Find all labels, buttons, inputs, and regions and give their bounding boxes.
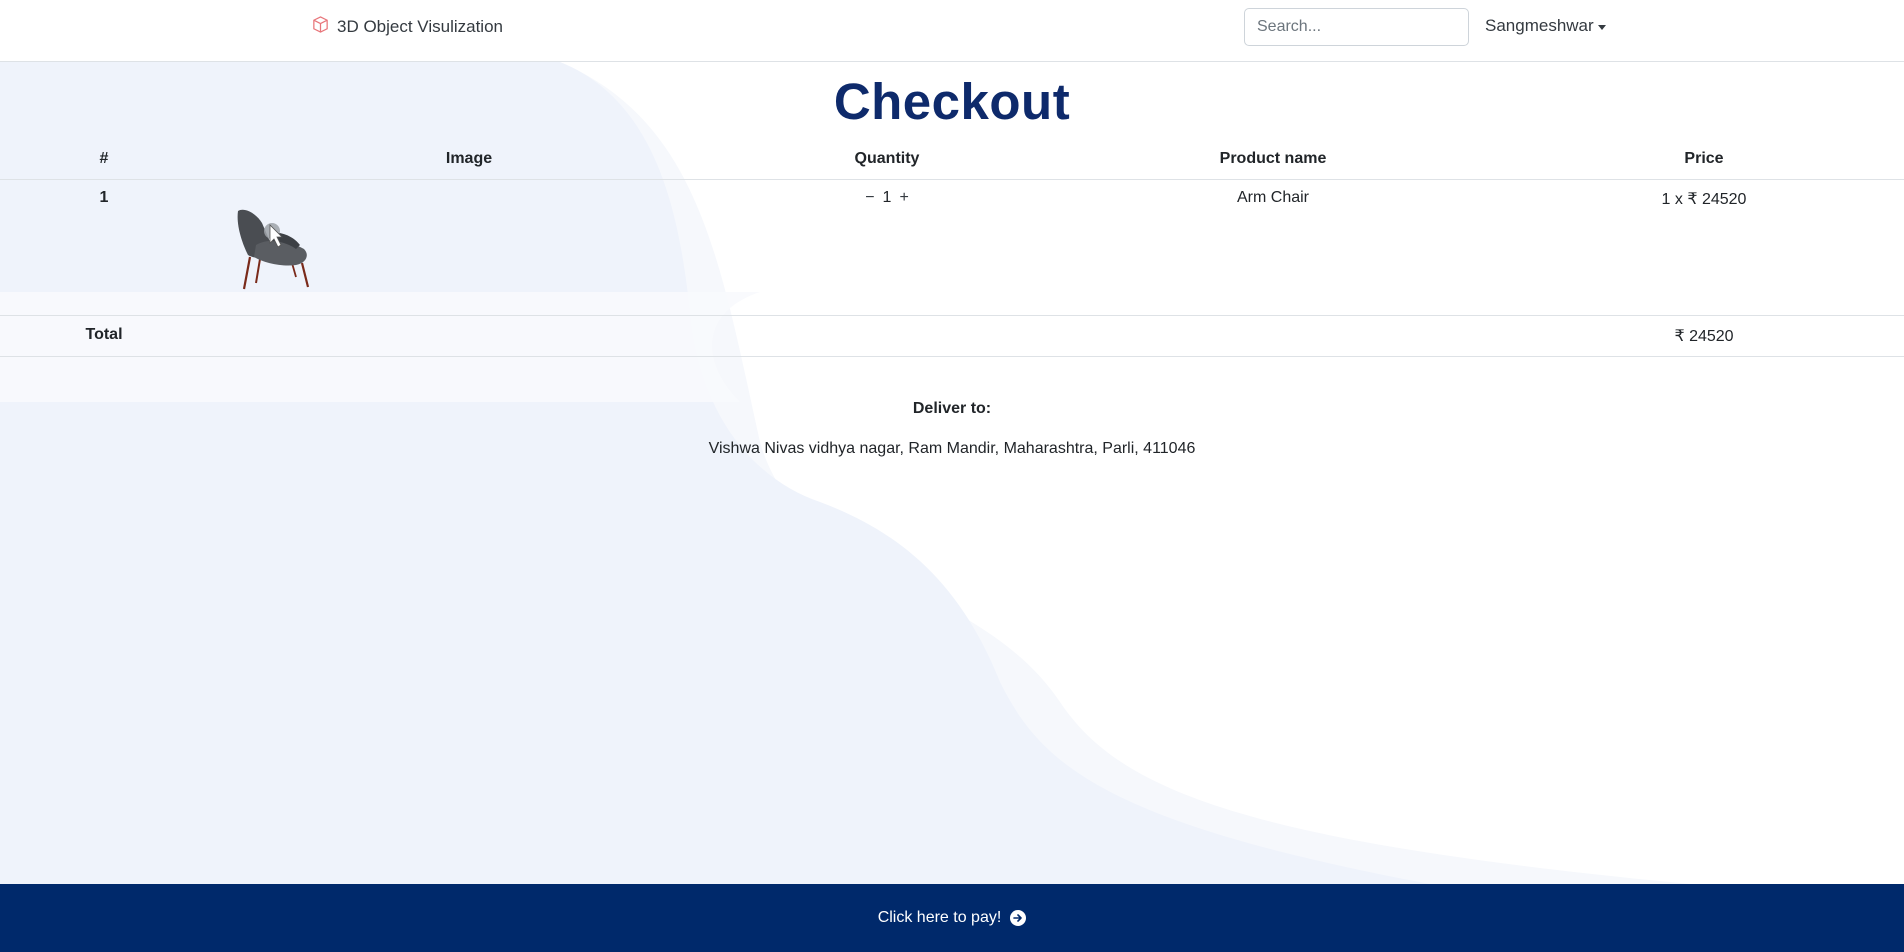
- table-total-row: Total ₹ 24520: [0, 315, 1904, 357]
- user-name: Sangmeshwar: [1485, 16, 1594, 35]
- search-input[interactable]: [1244, 8, 1469, 46]
- brand-link[interactable]: 3D Object Visulization: [311, 16, 503, 38]
- total-label: Total: [85, 326, 123, 343]
- arrow-right-circle-icon: [1010, 910, 1027, 926]
- navbar: 3D Object Visulization Sangmeshwar: [0, 0, 1904, 62]
- brand-title: 3D Object Visulization: [337, 17, 503, 36]
- total-value: ₹ 24520: [1674, 328, 1734, 345]
- table-row: 1 − 1 + Arm Chair 1 x ₹ 24520: [0, 179, 1904, 316]
- quantity-value: 1: [882, 189, 892, 206]
- page-title: Checkout: [833, 73, 1071, 130]
- chevron-down-icon: [1597, 24, 1606, 30]
- pay-button-label: Click here to pay!: [877, 909, 1002, 926]
- table-header: # Image Quantity Product name Price: [0, 142, 1904, 180]
- arm-chair-image: [237, 209, 310, 290]
- row-index: 1: [99, 189, 109, 206]
- quantity-stepper: − 1 +: [865, 189, 909, 207]
- header-price: Price: [1684, 150, 1724, 167]
- pay-button[interactable]: Click here to pay!: [0, 884, 1904, 952]
- delivery-address: Vishwa Nivas vidhya nagar, Ram Mandir, M…: [708, 440, 1196, 457]
- product-price: 1 x ₹ 24520: [1661, 191, 1747, 208]
- header-quantity: Quantity: [854, 150, 920, 167]
- product-name: Arm Chair: [1236, 189, 1310, 206]
- quantity-decrement-button[interactable]: −: [865, 189, 874, 207]
- user-menu-dropdown[interactable]: Sangmeshwar: [1485, 16, 1606, 36]
- quantity-increment-button[interactable]: +: [899, 189, 908, 207]
- header-index: #: [99, 150, 109, 167]
- deliver-to-label: Deliver to:: [912, 400, 992, 417]
- cube-icon: [311, 15, 330, 39]
- header-product-name: Product name: [1219, 150, 1327, 167]
- header-image: Image: [445, 150, 493, 167]
